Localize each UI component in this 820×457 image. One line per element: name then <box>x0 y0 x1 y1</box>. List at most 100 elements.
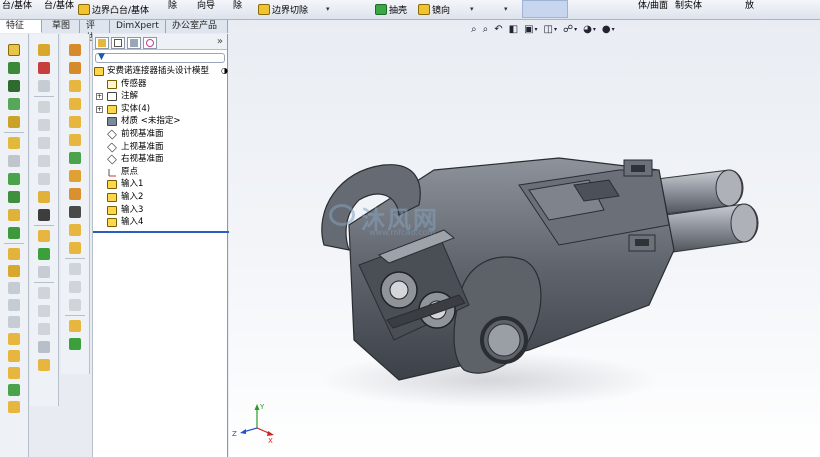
tab-sketch[interactable]: 草图 <box>42 20 80 33</box>
axis-icon[interactable] <box>69 152 81 164</box>
feature-tree-tab[interactable] <box>95 37 109 49</box>
shell-tool-icon[interactable] <box>69 62 81 74</box>
filter-input[interactable]: ▼ <box>95 52 225 63</box>
config-tab[interactable] <box>127 37 141 49</box>
surface-icon[interactable] <box>38 248 50 260</box>
property-tab[interactable] <box>111 37 125 49</box>
expand-toggle[interactable]: + <box>96 93 103 101</box>
smart-dimension-icon[interactable] <box>8 116 20 128</box>
extrude-boss-button[interactable]: 台/基体 <box>2 0 32 11</box>
thread-icon[interactable] <box>38 209 50 221</box>
expand-panel-button[interactable]: » <box>217 36 223 47</box>
extend-icon[interactable] <box>38 323 50 335</box>
tree-item-sensors[interactable]: 传感器 <box>93 78 227 91</box>
tree-item-right-plane[interactable]: 右视基准面 <box>93 153 227 166</box>
coordinate-icon[interactable] <box>69 170 81 182</box>
expand-toggle[interactable]: + <box>96 105 103 113</box>
curves-icon[interactable] <box>69 338 81 350</box>
tree-item-import2[interactable]: 输入2 <box>93 191 227 204</box>
mirror-tool-icon[interactable] <box>69 80 81 92</box>
extrude-icon[interactable] <box>8 137 20 149</box>
instant3d-icon[interactable] <box>69 206 81 218</box>
replace-face-icon[interactable] <box>38 359 50 371</box>
ribbon-dropdown-3[interactable]: ▾ <box>504 5 508 13</box>
dimension-icon[interactable] <box>8 80 20 92</box>
copy-icon[interactable] <box>8 299 20 311</box>
wrap-icon[interactable] <box>38 137 50 149</box>
flex-icon[interactable] <box>8 401 20 413</box>
tree-item-front-plane[interactable]: 前视基准面 <box>93 128 227 141</box>
tab-evaluate[interactable]: 评估 <box>80 20 110 43</box>
ribbon-dropdown-2[interactable]: ▾ <box>470 5 474 13</box>
freeform-icon[interactable] <box>69 224 81 236</box>
solid-body-button[interactable]: 制实体 <box>675 0 702 11</box>
revolve-icon[interactable] <box>8 155 20 167</box>
tab-dimxpert[interactable]: DimXpert <box>110 20 166 33</box>
knit-icon[interactable] <box>38 266 50 278</box>
tree-item-annotations[interactable]: + 注解 <box>93 90 227 103</box>
trim-icon[interactable] <box>38 305 50 317</box>
fastener-icon[interactable] <box>69 242 81 254</box>
draft-icon[interactable] <box>38 101 50 113</box>
tree-item-import3[interactable]: 输入3 <box>93 204 227 217</box>
spline-icon[interactable] <box>8 227 20 239</box>
reference-icon[interactable] <box>8 248 20 260</box>
shell-button[interactable]: 抽壳 <box>375 3 407 16</box>
revolve-boss-button[interactable]: 台/基体 <box>44 0 74 11</box>
revolve-cut-button[interactable]: 除 <box>233 0 242 11</box>
tree-item-material[interactable]: 材质 <未指定> <box>93 115 227 128</box>
delete-face-icon[interactable] <box>38 341 50 353</box>
pattern-icon[interactable] <box>38 191 50 203</box>
intersect-icon[interactable] <box>8 350 20 362</box>
surface-body-button[interactable]: 体/曲面 <box>638 0 668 11</box>
relation-icon[interactable] <box>8 98 20 110</box>
indent-icon[interactable] <box>8 367 20 379</box>
swept-boss-icon[interactable] <box>38 80 50 92</box>
ribbon-dropdown-1[interactable]: ▾ <box>326 5 330 13</box>
hole-wizard-button[interactable]: 向导 <box>197 0 215 11</box>
boundary-boss-button[interactable]: 边界凸台/基体 <box>78 3 149 16</box>
linear-pattern-icon[interactable] <box>69 98 81 110</box>
cut-extrude-icon[interactable] <box>38 62 50 74</box>
fillet-icon[interactable] <box>8 209 20 221</box>
offset-icon[interactable] <box>38 287 50 299</box>
move-icon[interactable] <box>8 282 20 294</box>
projected-curve-icon[interactable] <box>69 281 81 293</box>
ribbon-active-button[interactable] <box>522 0 568 18</box>
reference-geometry-icon[interactable] <box>69 320 81 332</box>
sketch-icon[interactable] <box>8 44 20 56</box>
graphics-viewport[interactable]: ⌕ ⌕ ↶ ◧ ▣ ▾ ◫ ▾ ☍ ▾ ◕ ▾ ● ▾ 沐风网 www.mfca… <box>229 20 820 457</box>
split-icon[interactable] <box>8 316 20 328</box>
tree-item-import1[interactable]: 输入1 <box>93 178 227 191</box>
rollback-bar[interactable] <box>93 231 229 233</box>
tree-item-import4[interactable]: 输入4 <box>93 216 227 229</box>
point-icon[interactable] <box>69 188 81 200</box>
loft-icon[interactable] <box>8 191 20 203</box>
scale-button[interactable]: 放 <box>745 0 754 11</box>
circular-pattern-icon[interactable] <box>69 116 81 128</box>
dimxpert-tab[interactable] <box>143 37 157 49</box>
cut-button[interactable]: 除 <box>168 0 177 11</box>
connector-3d-model[interactable] <box>229 20 820 457</box>
chamfer-icon[interactable] <box>38 173 50 185</box>
tree-item-top-plane[interactable]: 上视基准面 <box>93 141 227 154</box>
line-icon[interactable] <box>8 62 20 74</box>
mirror-button[interactable]: 镜向 <box>418 3 450 16</box>
split-line-icon[interactable] <box>69 263 81 275</box>
deform-icon[interactable] <box>8 384 20 396</box>
helix-icon[interactable] <box>69 299 81 311</box>
tree-root[interactable]: 安费诺连接器插头设计模型 ◑ <box>93 65 228 78</box>
tree-item-origin[interactable]: 原点 <box>93 166 227 179</box>
rib-icon[interactable] <box>38 119 50 131</box>
tab-office-products[interactable]: 办公室产品 <box>166 20 228 33</box>
combine-icon[interactable] <box>8 333 20 345</box>
tab-features[interactable]: 特征 <box>0 20 42 33</box>
boundary-cut-button[interactable]: 边界切除 <box>258 3 308 16</box>
boss-extrude-icon[interactable] <box>38 44 50 56</box>
plane-tool-icon[interactable] <box>69 134 81 146</box>
curve-icon[interactable] <box>8 265 20 277</box>
sweep-icon[interactable] <box>8 173 20 185</box>
tree-item-solid-bodies[interactable]: + 实体(4) <box>93 103 227 116</box>
dome-icon[interactable] <box>38 155 50 167</box>
hole-icon[interactable] <box>69 44 81 56</box>
